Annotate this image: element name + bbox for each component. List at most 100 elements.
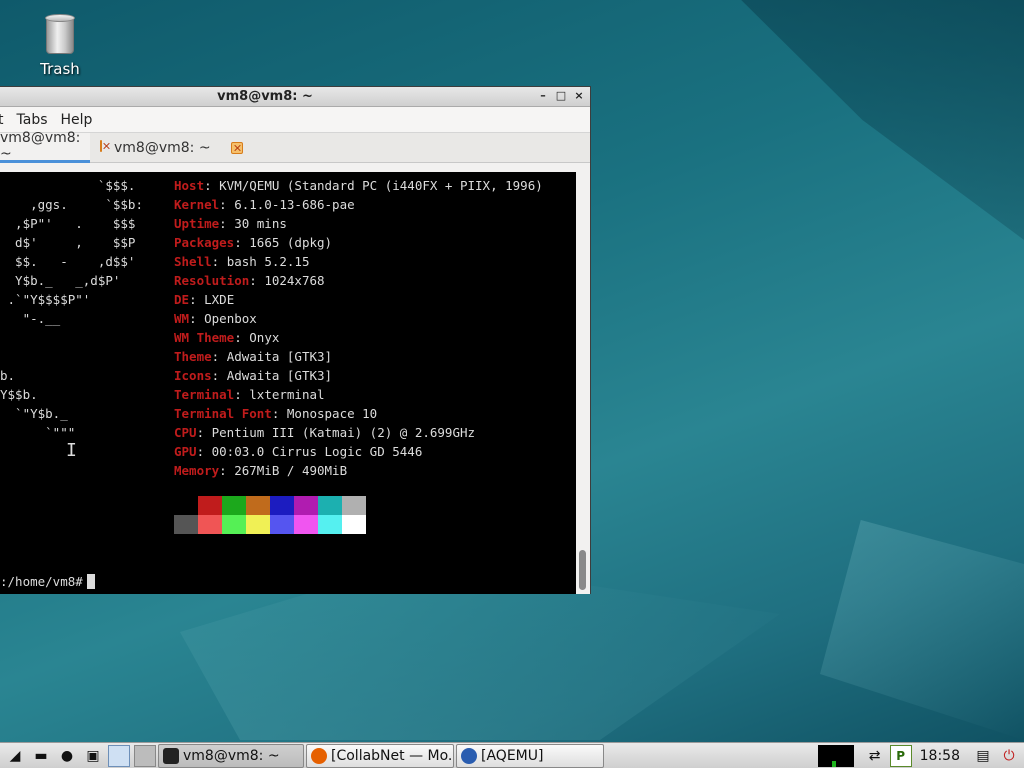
logo-line: $$. - ,d$$' — [0, 254, 136, 269]
color-swatch — [294, 515, 318, 534]
info-line: Theme: Adwaita [GTK3] — [174, 347, 543, 366]
tab-1[interactable]: vm8@vm8: ~ — [0, 130, 103, 163]
info-line: Kernel: 6.1.0-13-686-pae — [174, 195, 543, 214]
color-swatch — [222, 515, 246, 534]
logo-line: `"Y$b._ — [0, 406, 68, 421]
text-cursor — [86, 574, 95, 589]
prompt-text: :/home/vm8# — [0, 574, 83, 589]
info-line: DE: LXDE — [174, 290, 543, 309]
info-line: WM Theme: Onyx — [174, 328, 543, 347]
info-key: Terminal — [174, 387, 235, 402]
aqemu-icon — [461, 747, 477, 764]
info-line: WM: Openbox — [174, 309, 543, 328]
info-line: CPU: Pentium III (Katmai) (2) @ 2.699GHz — [174, 423, 543, 442]
logo-line: ,$P"' . $$$ — [0, 216, 136, 231]
menu-tabs[interactable]: Tabs — [10, 112, 54, 128]
info-value: : bash 5.2.15 — [211, 254, 310, 269]
cpu-monitor[interactable] — [817, 745, 854, 767]
terminal-icon — [163, 747, 179, 764]
color-swatch — [270, 515, 294, 534]
trash-icon — [45, 12, 75, 56]
logo-line — [0, 328, 143, 347]
minimize-button[interactable]: – — [536, 89, 550, 103]
task-aqemu-label: [AQEMU] — [481, 747, 544, 764]
logo-line: d$' , $$P — [0, 235, 136, 250]
color-swatch — [174, 515, 198, 534]
close-button[interactable]: × — [572, 89, 586, 103]
file-manager-icon[interactable]: ▬ — [30, 745, 52, 767]
info-value: : 1665 (dpkg) — [234, 235, 333, 250]
info-line: Shell: bash 5.2.15 — [174, 252, 543, 271]
info-value: : LXDE — [189, 292, 235, 307]
system-tray: ⇄ P 18:58 ▤ ⏻ — [817, 743, 1024, 768]
color-swatch — [294, 496, 318, 515]
info-line: Memory: 267MiB / 490MiB — [174, 461, 543, 480]
info-key: Host — [174, 178, 205, 193]
task-terminal[interactable]: vm8@vm8: ~ — [158, 743, 304, 768]
power-icon[interactable]: ⏻ — [998, 745, 1020, 767]
task-aqemu[interactable]: [AQEMU] — [456, 743, 604, 768]
color-swatch — [246, 515, 270, 534]
color-swatch — [270, 496, 294, 515]
clipboard-icon[interactable]: P — [889, 745, 912, 767]
menu-launcher-icon[interactable]: ◢ — [4, 745, 26, 767]
scrollbar-thumb[interactable] — [579, 550, 586, 590]
web-browser-icon[interactable]: ● — [56, 745, 78, 767]
color-swatch — [318, 515, 342, 534]
logo-line: b. — [0, 368, 16, 383]
tab-1-label: vm8@vm8: ~ — [0, 130, 81, 162]
ascii-logo: `$$$. ,ggs. `$$b: ,$P"' . $$$ d$' , $$P … — [0, 176, 143, 442]
clock[interactable]: 18:58 — [920, 748, 960, 764]
menu-help[interactable]: Help — [54, 112, 99, 128]
maximize-button[interactable]: □ — [554, 89, 568, 103]
info-line: Uptime: 30 mins — [174, 214, 543, 233]
info-value: : 00:03.0 Cirrus Logic GD 5446 — [196, 444, 423, 459]
info-line: Terminal: lxterminal — [174, 385, 543, 404]
terminal-window: vm8@vm8: ~ – □ × t Tabs Help vm8@vm8: ~ … — [0, 86, 591, 594]
info-key: Resolution — [174, 273, 250, 288]
terminal-output[interactable]: `$$$. ,ggs. `$$b: ,$P"' . $$$ d$' , $$P … — [0, 172, 576, 594]
info-key: Kernel — [174, 197, 220, 212]
color-swatch — [198, 496, 222, 515]
task-firefox-label: [CollabNet — Mo... — [331, 747, 454, 764]
tab-close-icon[interactable] — [230, 141, 243, 154]
info-line: Host: KVM/QEMU (Standard PC (i440FX + PI… — [174, 176, 543, 195]
trash-label: Trash — [40, 60, 80, 78]
shell-prompt[interactable]: :/home/vm8# — [0, 574, 95, 589]
workspace-2-icon[interactable] — [134, 744, 156, 767]
info-key: WM — [174, 311, 190, 326]
info-line: GPU: 00:03.0 Cirrus Logic GD 5446 — [174, 442, 543, 461]
window-titlebar[interactable]: vm8@vm8: ~ – □ × — [0, 87, 590, 107]
info-value: : Pentium III (Katmai) (2) @ 2.699GHz — [196, 425, 476, 440]
info-key: Packages — [174, 235, 235, 250]
desktop-icon-trash[interactable]: Trash — [30, 10, 90, 78]
logo-line — [0, 347, 143, 366]
window-title: vm8@vm8: ~ — [217, 89, 313, 104]
screen-lock-icon[interactable]: ▤ — [972, 745, 994, 767]
logo-line: `$$$. — [0, 178, 136, 193]
logo-line: "-.__ — [0, 311, 61, 326]
info-value: : KVM/QEMU (Standard PC (i440FX + PIIX, … — [204, 178, 543, 193]
info-value: : Adwaita [GTK3] — [211, 368, 333, 383]
tab-2[interactable]: vm8@vm8: ~ — [90, 133, 243, 163]
info-value: : 6.1.0-13-686-pae — [219, 197, 355, 212]
color-swatch — [318, 496, 342, 515]
ibeam-cursor-icon: I — [66, 440, 77, 461]
info-value: : 267MiB / 490MiB — [219, 463, 348, 478]
network-icon[interactable]: ⇄ — [864, 745, 886, 767]
info-key: GPU — [174, 444, 197, 459]
info-line: Resolution: 1024x768 — [174, 271, 543, 290]
terminal-scrollbar[interactable] — [576, 172, 590, 594]
info-value: : 1024x768 — [249, 273, 325, 288]
menu-edit[interactable]: t — [0, 112, 10, 128]
info-value: : 30 mins — [219, 216, 287, 231]
info-line: Packages: 1665 (dpkg) — [174, 233, 543, 252]
info-value: : lxterminal — [234, 387, 325, 402]
task-firefox[interactable]: [CollabNet — Mo... — [306, 743, 454, 768]
workspace-1-icon[interactable] — [108, 744, 130, 767]
show-desktop-icon[interactable]: ▣ — [82, 745, 104, 767]
logo-line: Y$b._ _,d$P' — [0, 273, 121, 288]
info-key: DE — [174, 292, 190, 307]
color-swatch — [342, 496, 366, 515]
firefox-icon — [311, 747, 327, 764]
